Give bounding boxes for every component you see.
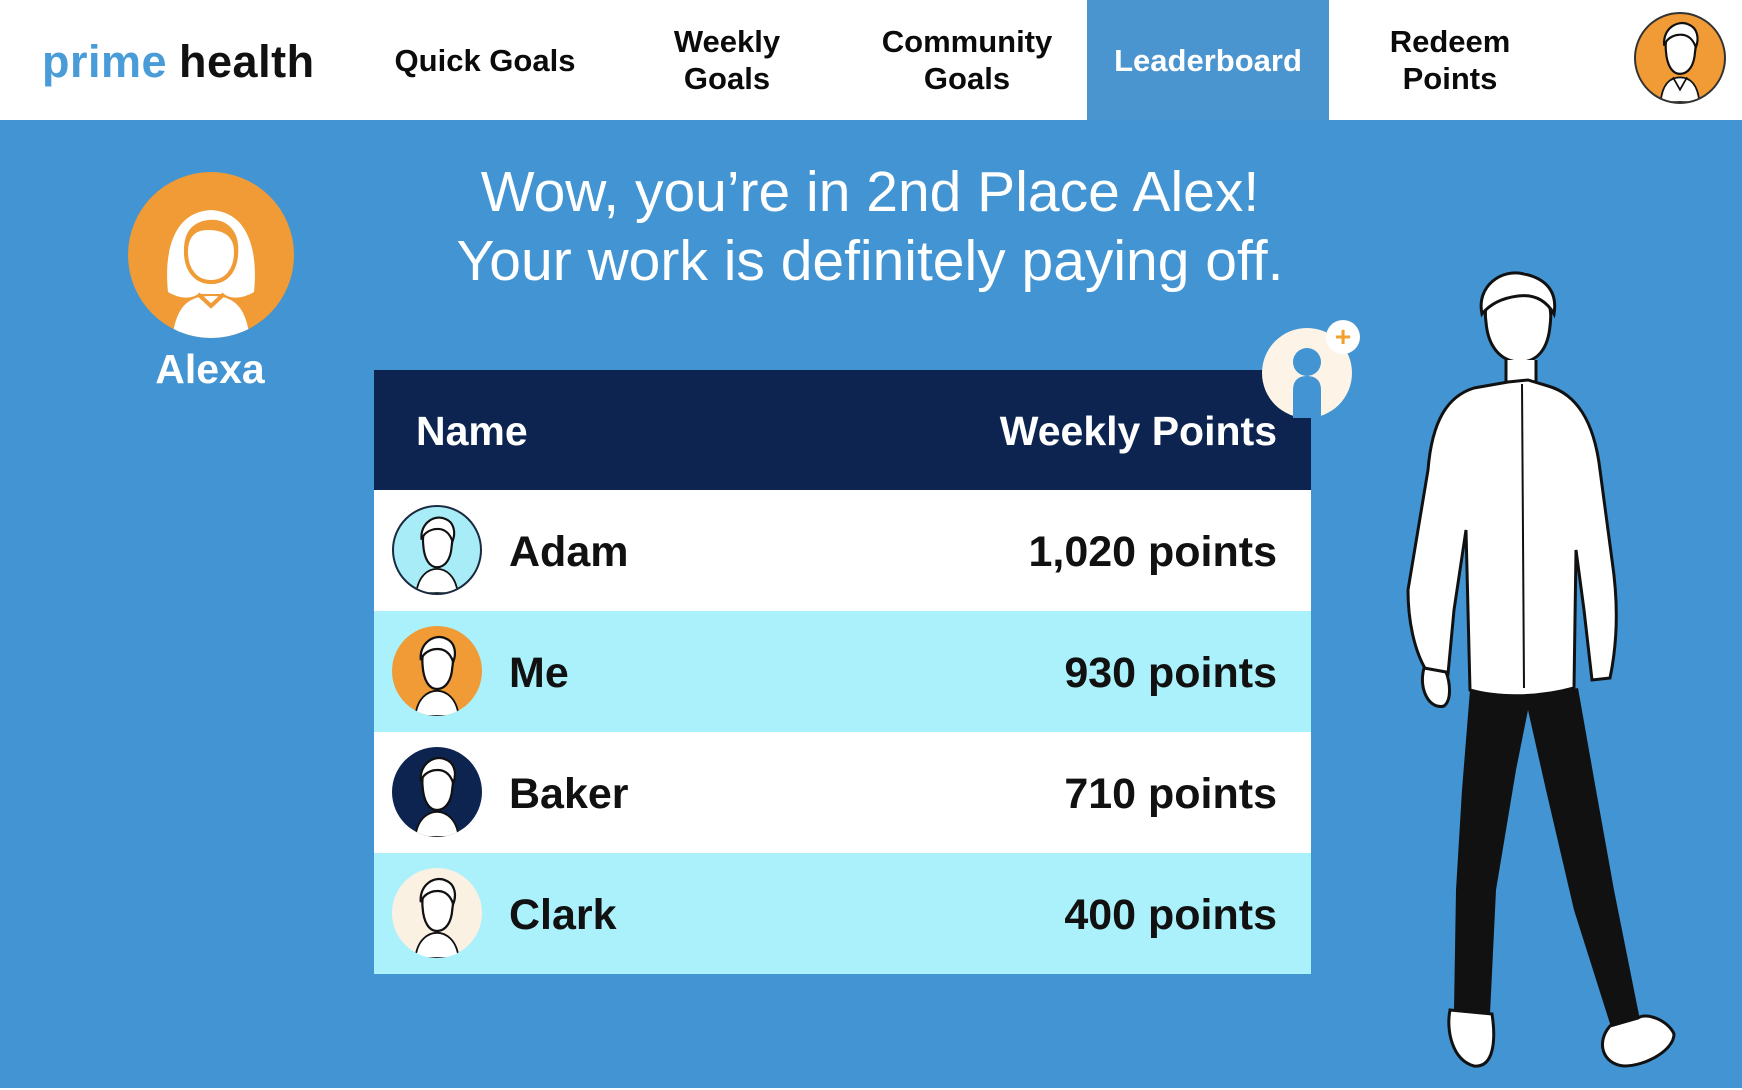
coach-avatar[interactable]: [128, 172, 294, 338]
tab-leaderboard[interactable]: Leaderboard: [1087, 0, 1329, 120]
player-name: Me: [509, 649, 569, 697]
man-face-icon: [1659, 22, 1701, 102]
woman-face-icon: [167, 210, 255, 338]
player-name: Clark: [509, 891, 617, 939]
tab-quick-goals[interactable]: Quick Goals: [365, 0, 605, 120]
player-name: Baker: [509, 770, 629, 818]
table-row[interactable]: Me 930 points: [374, 611, 1311, 732]
player-points: 710 points: [1064, 770, 1277, 818]
coach-name: Alexa: [155, 346, 265, 392]
table-header: Name Weekly Points: [374, 370, 1311, 490]
player-points: 400 points: [1064, 891, 1277, 939]
player-points: 1,020 points: [1028, 528, 1277, 576]
person-illustration: [1378, 270, 1678, 1090]
tab-community-goals[interactable]: Community Goals: [847, 0, 1087, 120]
plus-icon[interactable]: +: [1326, 320, 1360, 354]
man-face-icon: [415, 516, 459, 593]
user-avatar[interactable]: [1634, 12, 1726, 104]
avatar: [392, 626, 482, 716]
column-header-name: Name: [416, 408, 528, 454]
player-points: 930 points: [1064, 649, 1277, 697]
headline-line-1: Wow, you’re in 2nd Place Alex!: [480, 160, 1260, 224]
tab-redeem-points[interactable]: Redeem Points: [1329, 0, 1571, 120]
logo-health: health: [179, 36, 315, 87]
man-face-icon: [414, 757, 460, 837]
avatar: [392, 747, 482, 837]
table-row[interactable]: Clark 400 points: [374, 853, 1311, 974]
logo-prime: prime: [42, 36, 168, 87]
player-name: Adam: [509, 528, 629, 576]
standing-man-icon: [1406, 271, 1676, 1068]
leaderboard-table: Name Weekly Points Adam 1,020 points Me …: [374, 370, 1311, 974]
man-face-icon: [414, 878, 460, 958]
leaderboard-page: Alexa Wow, you’re in 2nd Place Alex! You…: [0, 120, 1742, 1088]
tab-weekly-goals[interactable]: Weekly Goals: [607, 0, 847, 120]
table-row[interactable]: Baker 710 points: [374, 732, 1311, 853]
headline: Wow, you’re in 2nd Place Alex! Your work…: [360, 158, 1380, 296]
man-face-icon: [414, 636, 460, 716]
table-row[interactable]: Adam 1,020 points: [374, 490, 1311, 611]
avatar: [392, 868, 482, 958]
headline-line-2: Your work is definitely paying off.: [456, 229, 1284, 293]
column-header-weekly-points: Weekly Points: [999, 408, 1277, 454]
top-nav: prime health Quick Goals Weekly Goals Com…: [0, 0, 1742, 120]
avatar: [392, 505, 482, 595]
logo[interactable]: prime health: [42, 36, 315, 88]
